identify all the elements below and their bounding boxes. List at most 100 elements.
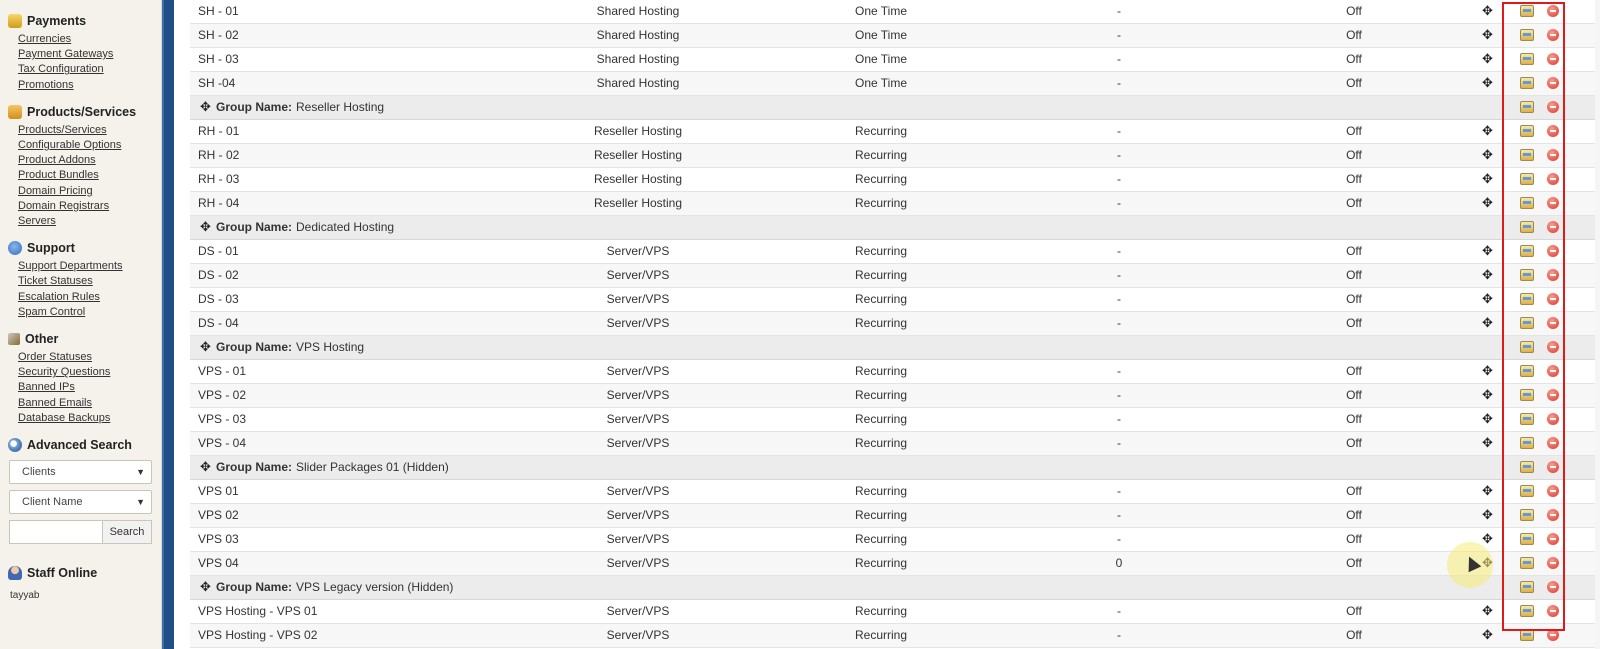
edit-icon[interactable] <box>1520 317 1534 329</box>
sidebar-link[interactable]: Support Departments <box>18 259 153 274</box>
delete-icon[interactable] <box>1547 269 1559 281</box>
delete-icon[interactable] <box>1547 197 1559 209</box>
sidebar-link[interactable]: Tax Configuration <box>18 62 153 77</box>
sidebar-link[interactable]: Product Addons <box>18 153 153 168</box>
delete-icon[interactable] <box>1547 461 1559 473</box>
edit-icon[interactable] <box>1520 125 1534 137</box>
drag-handle-icon[interactable]: ✥ <box>1482 528 1493 550</box>
edit-icon[interactable] <box>1520 5 1534 17</box>
edit-icon[interactable] <box>1520 605 1534 617</box>
drag-handle-icon[interactable]: ✥ <box>1482 312 1493 334</box>
drag-handle-icon[interactable]: ✥ <box>200 216 216 238</box>
sidebar-link[interactable]: Currencies <box>18 32 153 47</box>
drag-handle-icon[interactable]: ✥ <box>1482 24 1493 46</box>
edit-icon[interactable] <box>1520 29 1534 41</box>
drag-handle-icon[interactable]: ✥ <box>1482 144 1493 166</box>
edit-icon[interactable] <box>1520 77 1534 89</box>
delete-icon[interactable] <box>1547 149 1559 161</box>
edit-icon[interactable] <box>1520 149 1534 161</box>
drag-handle-icon[interactable]: ✥ <box>1482 288 1493 310</box>
delete-icon[interactable] <box>1547 101 1559 113</box>
scrollbar-track[interactable] <box>1595 0 1600 649</box>
delete-icon[interactable] <box>1547 341 1559 353</box>
edit-icon[interactable] <box>1520 365 1534 377</box>
drag-handle-icon[interactable]: ✥ <box>200 336 216 358</box>
edit-icon[interactable] <box>1520 557 1534 569</box>
delete-icon[interactable] <box>1547 221 1559 233</box>
delete-icon[interactable] <box>1547 485 1559 497</box>
drag-handle-icon[interactable]: ✥ <box>200 96 216 118</box>
edit-icon[interactable] <box>1520 173 1534 185</box>
edit-icon[interactable] <box>1520 53 1534 65</box>
search-type-select[interactable]: Clients ▼ <box>9 460 152 485</box>
sidebar-link[interactable]: Escalation Rules <box>18 290 153 305</box>
sidebar-link[interactable]: Banned IPs <box>18 380 153 395</box>
edit-icon[interactable] <box>1520 533 1534 545</box>
delete-icon[interactable] <box>1547 5 1559 17</box>
edit-icon[interactable] <box>1520 509 1534 521</box>
drag-handle-icon[interactable]: ✥ <box>200 576 216 598</box>
delete-icon[interactable] <box>1547 317 1559 329</box>
drag-handle-icon[interactable]: ✥ <box>1482 72 1493 94</box>
sidebar-link[interactable]: Payment Gateways <box>18 47 153 62</box>
delete-icon[interactable] <box>1547 125 1559 137</box>
drag-handle-icon[interactable]: ✥ <box>1482 624 1493 646</box>
delete-icon[interactable] <box>1547 53 1559 65</box>
drag-handle-icon[interactable]: ✥ <box>1482 432 1493 454</box>
edit-icon[interactable] <box>1520 245 1534 257</box>
delete-icon[interactable] <box>1547 29 1559 41</box>
delete-icon[interactable] <box>1547 413 1559 425</box>
sidebar-link[interactable]: Order Statuses <box>18 350 153 365</box>
drag-handle-icon[interactable]: ✥ <box>1482 192 1493 214</box>
delete-icon[interactable] <box>1547 557 1559 569</box>
drag-handle-icon[interactable]: ✥ <box>1482 240 1493 262</box>
delete-icon[interactable] <box>1547 605 1559 617</box>
drag-handle-icon[interactable]: ✥ <box>1482 552 1493 574</box>
delete-icon[interactable] <box>1547 629 1559 641</box>
edit-icon[interactable] <box>1520 413 1534 425</box>
delete-icon[interactable] <box>1547 533 1559 545</box>
drag-handle-icon[interactable]: ✥ <box>1482 48 1493 70</box>
edit-icon[interactable] <box>1520 341 1534 353</box>
sidebar-link[interactable]: Spam Control <box>18 305 153 320</box>
sidebar-link[interactable]: Product Bundles <box>18 168 153 183</box>
delete-icon[interactable] <box>1547 77 1559 89</box>
edit-icon[interactable] <box>1520 581 1534 593</box>
search-button[interactable]: Search <box>102 520 152 545</box>
edit-icon[interactable] <box>1520 101 1534 113</box>
edit-icon[interactable] <box>1520 293 1534 305</box>
search-input[interactable] <box>9 520 102 545</box>
delete-icon[interactable] <box>1547 365 1559 377</box>
drag-handle-icon[interactable]: ✥ <box>1482 504 1493 526</box>
search-field-select[interactable]: Client Name ▼ <box>9 490 152 515</box>
edit-icon[interactable] <box>1520 221 1534 233</box>
edit-icon[interactable] <box>1520 461 1534 473</box>
edit-icon[interactable] <box>1520 197 1534 209</box>
drag-handle-icon[interactable]: ✥ <box>1482 0 1493 22</box>
sidebar-link[interactable]: Ticket Statuses <box>18 274 153 289</box>
drag-handle-icon[interactable]: ✥ <box>1482 408 1493 430</box>
delete-icon[interactable] <box>1547 245 1559 257</box>
delete-icon[interactable] <box>1547 173 1559 185</box>
edit-icon[interactable] <box>1520 269 1534 281</box>
edit-icon[interactable] <box>1520 437 1534 449</box>
sidebar-link[interactable]: Banned Emails <box>18 396 153 411</box>
edit-icon[interactable] <box>1520 485 1534 497</box>
edit-icon[interactable] <box>1520 629 1534 641</box>
sidebar-link[interactable]: Servers <box>18 214 153 229</box>
sidebar-link[interactable]: Security Questions <box>18 365 153 380</box>
sidebar-link[interactable]: Configurable Options <box>18 138 153 153</box>
drag-handle-icon[interactable]: ✥ <box>1482 480 1493 502</box>
edit-icon[interactable] <box>1520 389 1534 401</box>
drag-handle-icon[interactable]: ✥ <box>1482 384 1493 406</box>
delete-icon[interactable] <box>1547 389 1559 401</box>
sidebar-link[interactable]: Promotions <box>18 78 153 93</box>
drag-handle-icon[interactable]: ✥ <box>1482 360 1493 382</box>
drag-handle-icon[interactable]: ✥ <box>1482 168 1493 190</box>
sidebar-link[interactable]: Database Backups <box>18 411 153 426</box>
sidebar-link[interactable]: Products/Services <box>18 123 153 138</box>
drag-handle-icon[interactable]: ✥ <box>200 456 216 478</box>
drag-handle-icon[interactable]: ✥ <box>1482 264 1493 286</box>
delete-icon[interactable] <box>1547 509 1559 521</box>
sidebar-link[interactable]: Domain Pricing <box>18 184 153 199</box>
